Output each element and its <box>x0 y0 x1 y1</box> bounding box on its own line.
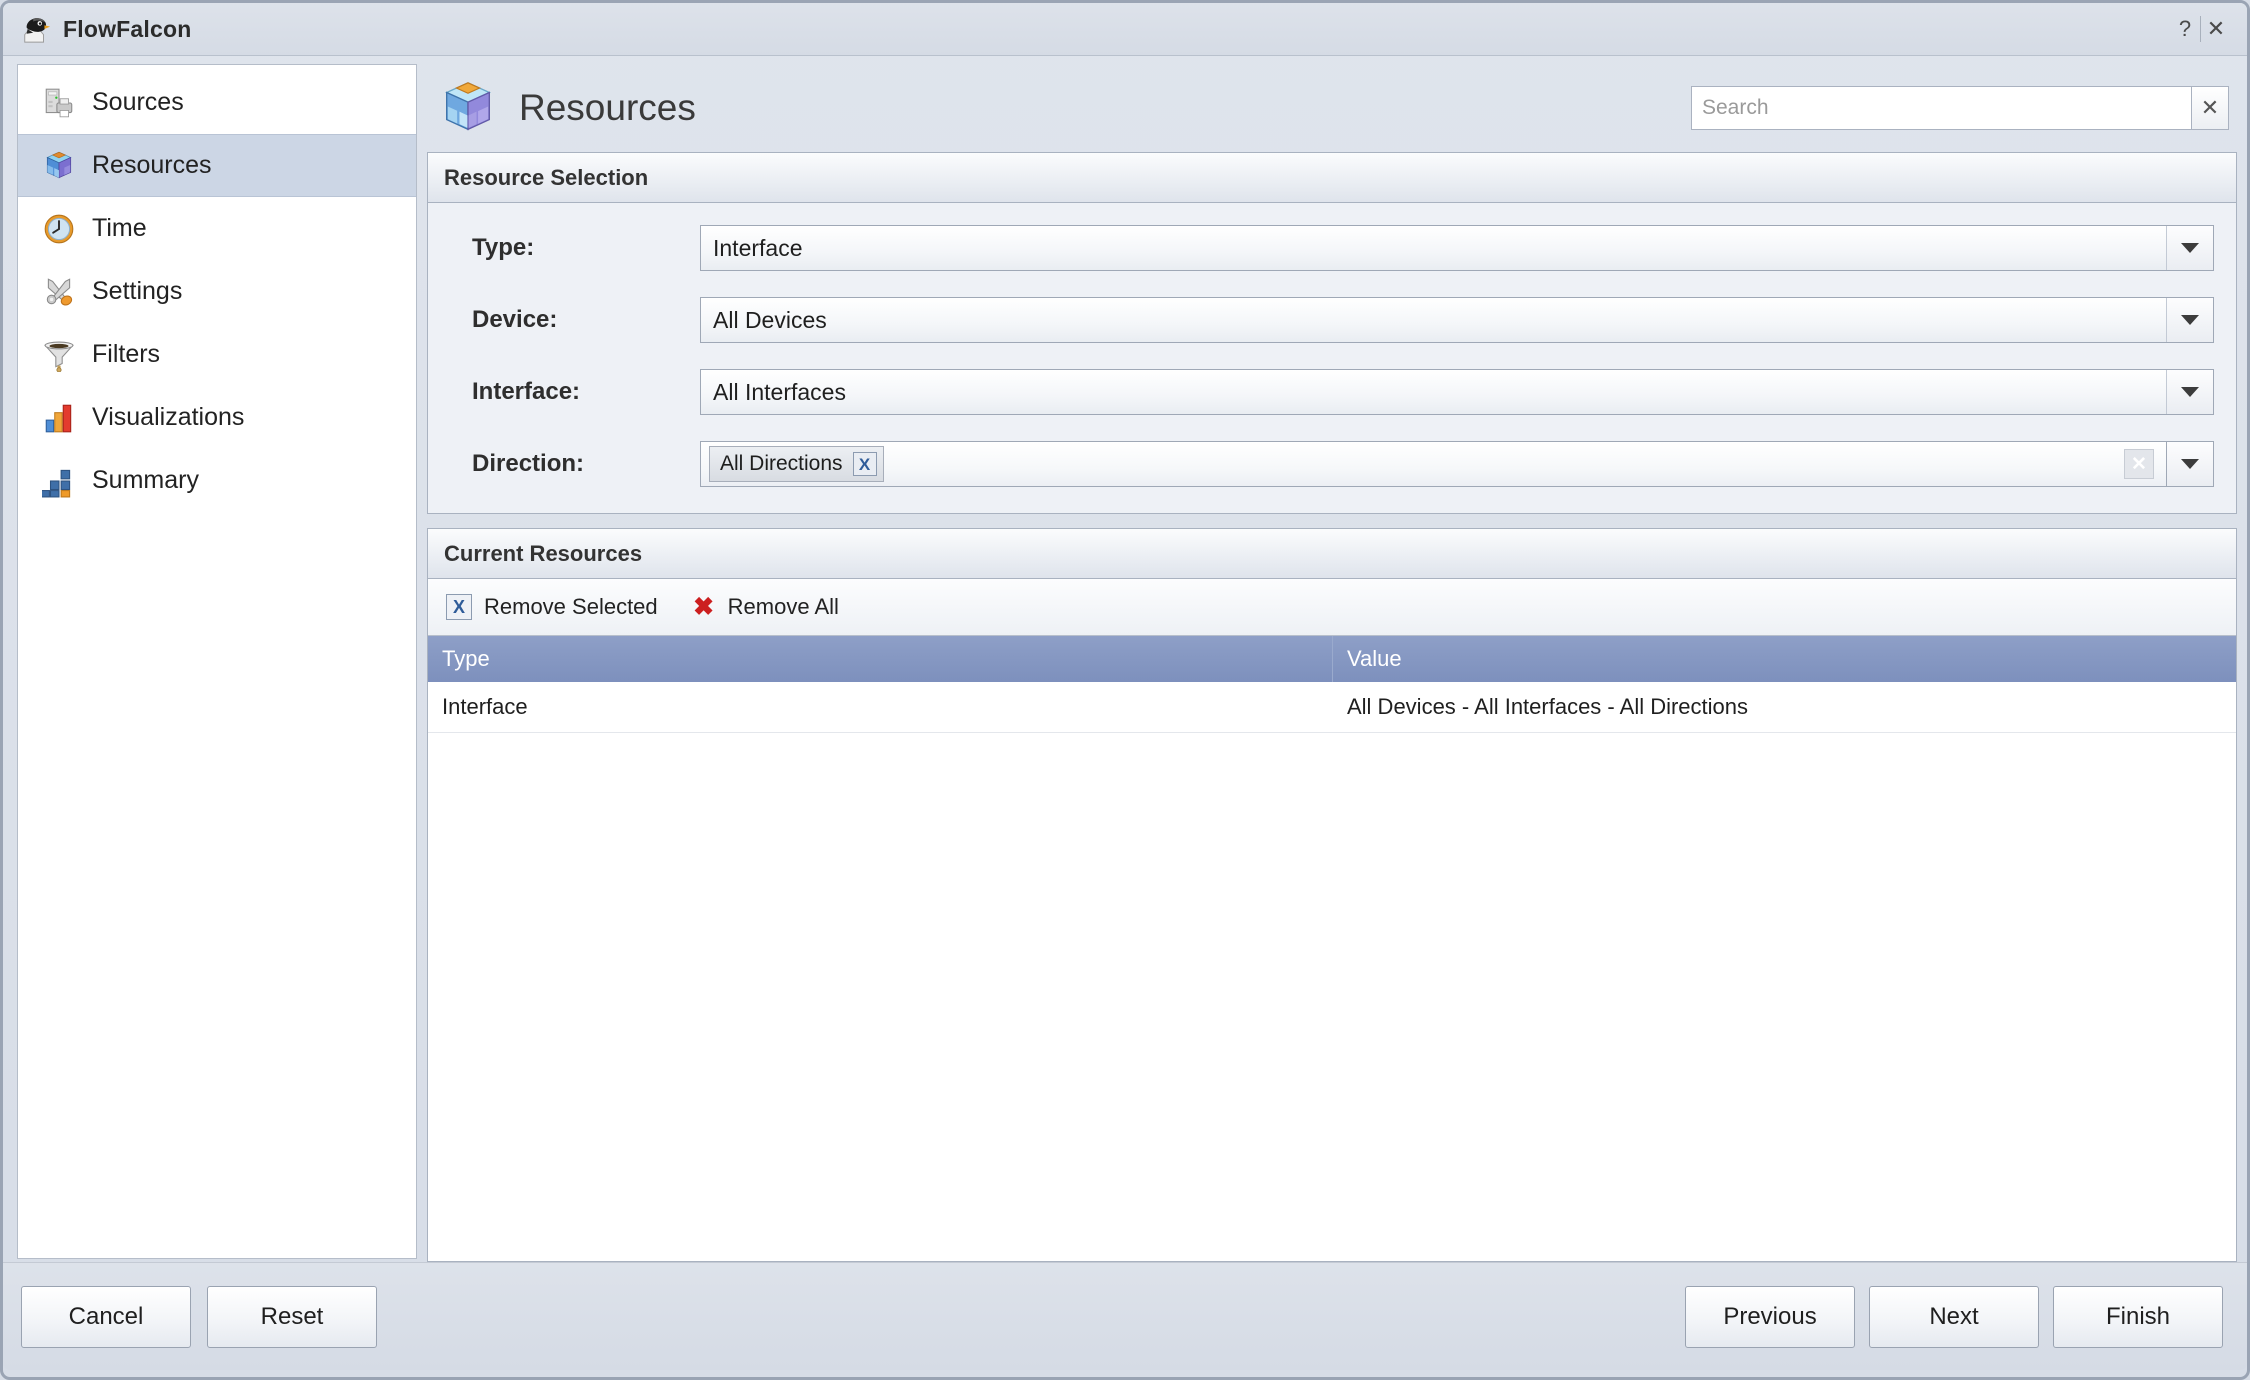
cell-type: Interface <box>442 694 528 719</box>
server-printer-icon <box>42 86 76 120</box>
column-header-type[interactable]: Type <box>428 636 1333 682</box>
direction-token: All Directions X <box>709 446 884 482</box>
sidebar-item-label: Time <box>92 214 147 242</box>
application-window: FlowFalcon ? ✕ Sources Resources Time Se… <box>0 0 2250 1380</box>
falcon-icon <box>21 14 51 44</box>
summary-blocks-icon <box>42 464 76 498</box>
table-row[interactable]: Interface All Devices - All Interfaces -… <box>428 682 2236 733</box>
finish-button[interactable]: Finish <box>2053 1285 2223 1348</box>
search-clear-icon[interactable]: ✕ <box>2191 86 2229 130</box>
field-row-device: Device: All Devices <box>450 297 2214 343</box>
sidebar-item-label: Sources <box>92 88 184 116</box>
cell-value: All Devices - All Interfaces - All Direc… <box>1347 694 1749 719</box>
sidebar-item-time[interactable]: Time <box>18 197 416 260</box>
sidebar-item-visualizations[interactable]: Visualizations <box>18 386 416 449</box>
sidebar-item-label: Summary <box>92 466 199 494</box>
clock-icon <box>42 212 76 246</box>
x-red-icon: ✖ <box>693 592 715 621</box>
cube-blocks-icon <box>437 77 499 139</box>
remove-selected-label: Remove Selected <box>484 594 658 619</box>
remove-all-button[interactable]: ✖ Remove All <box>692 594 839 620</box>
field-row-type: Type: Interface <box>450 225 2214 271</box>
main-content: Resources ✕ Resource Selection Type: Int… <box>417 64 2237 1262</box>
current-resources-panel: Current Resources X Remove Selected ✖ Re… <box>427 528 2237 1262</box>
resource-selection-body: Type: Interface Device: All Devices Inte… <box>428 203 2236 513</box>
chevron-down-icon[interactable] <box>2166 298 2213 342</box>
tools-icon <box>42 275 76 309</box>
type-value: Interface <box>713 234 803 261</box>
type-select[interactable]: Interface <box>700 225 2214 271</box>
resource-selection-title: Resource Selection <box>428 153 2236 203</box>
sidebar-item-filters[interactable]: Filters <box>18 323 416 386</box>
token-remove-icon[interactable]: X <box>852 452 877 476</box>
interface-select[interactable]: All Interfaces <box>700 369 2214 415</box>
chevron-down-icon[interactable] <box>2166 226 2213 270</box>
help-button[interactable]: ? <box>2170 12 2200 46</box>
sidebar-item-sources[interactable]: Sources <box>18 71 416 134</box>
funnel-icon <box>42 338 76 372</box>
direction-token-label: All Directions <box>720 452 843 475</box>
column-header-value[interactable]: Value <box>1333 636 2236 682</box>
field-row-direction: Direction: All Directions X ✕ <box>450 441 2214 487</box>
sidebar-item-label: Visualizations <box>92 403 245 431</box>
reset-button[interactable]: Reset <box>207 1285 377 1348</box>
body-area: Sources Resources Time Settings Filters … <box>3 56 2247 1262</box>
resource-selection-panel: Resource Selection Type: Interface Devic… <box>427 152 2237 514</box>
device-select[interactable]: All Devices <box>700 297 2214 343</box>
app-title: FlowFalcon <box>63 15 192 42</box>
sidebar-item-settings[interactable]: Settings <box>18 260 416 323</box>
device-label: Device: <box>472 306 558 333</box>
direction-label: Direction: <box>472 450 585 477</box>
interface-value: All Interfaces <box>713 378 846 405</box>
current-resources-title: Current Resources <box>428 529 2236 579</box>
sidebar-item-label: Settings <box>92 277 183 305</box>
direction-clear-icon[interactable]: ✕ <box>2124 449 2154 479</box>
bar-chart-icon <box>42 401 76 435</box>
interface-label: Interface: <box>472 378 581 405</box>
type-label: Type: <box>472 234 535 261</box>
direction-select[interactable]: All Directions X ✕ <box>700 441 2214 487</box>
close-icon[interactable]: ✕ <box>2201 12 2231 46</box>
cube-blocks-icon <box>42 149 76 183</box>
sidebar-item-label: Filters <box>92 340 161 368</box>
chevron-down-icon[interactable] <box>2167 441 2214 487</box>
search-input[interactable] <box>1691 86 2191 130</box>
cancel-button[interactable]: Cancel <box>21 1285 191 1348</box>
remove-all-label: Remove All <box>727 594 839 619</box>
x-box-blue-icon: X <box>446 594 472 620</box>
table-header-row: Type Value <box>428 636 2236 682</box>
page-header: Resources ✕ <box>427 64 2237 152</box>
footer-bar: Cancel Reset Previous Next Finish <box>3 1262 2247 1370</box>
footer-left-buttons: Cancel Reset <box>21 1285 377 1348</box>
next-button[interactable]: Next <box>1869 1285 2039 1348</box>
device-value: All Devices <box>713 306 827 333</box>
field-row-interface: Interface: All Interfaces <box>450 369 2214 415</box>
table-empty-area <box>428 733 2236 1261</box>
current-resources-toolbar: X Remove Selected ✖ Remove All <box>428 579 2236 636</box>
direction-token-field[interactable]: All Directions X ✕ <box>700 441 2167 487</box>
sidebar-item-resources[interactable]: Resources <box>18 134 416 197</box>
search-box: ✕ <box>1691 86 2229 130</box>
sidebar-item-label: Resources <box>92 151 212 179</box>
page-title: Resources <box>519 87 696 128</box>
window-controls: ? ✕ <box>2170 12 2237 46</box>
title-bar: FlowFalcon ? ✕ <box>3 3 2247 56</box>
sidebar-item-summary[interactable]: Summary <box>18 449 416 512</box>
remove-selected-button[interactable]: X Remove Selected <box>446 594 658 620</box>
footer-right-buttons: Previous Next Finish <box>1685 1285 2223 1348</box>
previous-button[interactable]: Previous <box>1685 1285 1855 1348</box>
sidebar: Sources Resources Time Settings Filters … <box>17 64 417 1259</box>
current-resources-table: Type Value Interface All Devices - All I… <box>428 636 2236 1261</box>
chevron-down-icon[interactable] <box>2166 370 2213 414</box>
